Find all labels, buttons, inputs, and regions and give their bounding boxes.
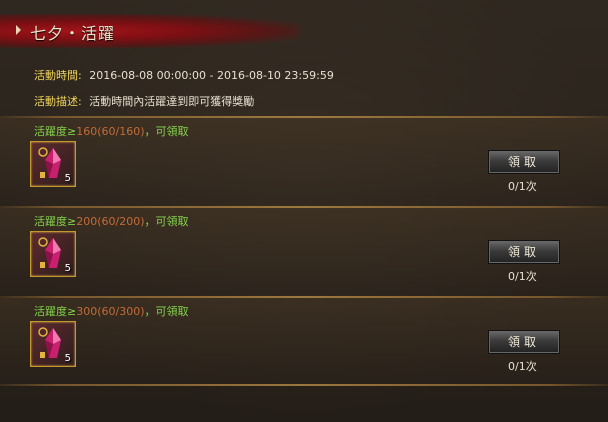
req-suffix: ，可領取 [144,305,189,318]
req-value: 300(60/300) [76,305,145,318]
reward-requirement: 活躍度≥300(60/300)，可領取 [34,303,189,319]
item-count: 5 [64,173,71,184]
req-value: 200(60/200) [76,215,145,228]
section-divider [0,206,608,208]
event-time-label: 活動時間: [34,69,82,82]
req-prefix: 活躍度≥ [34,125,77,138]
item-count: 5 [64,353,71,364]
event-desc-row: 活動描述: 活動時間內活躍達到即可獲得獎勵 [34,93,254,109]
event-desc-value: 活動時間內活躍達到即可獲得獎勵 [89,95,255,108]
event-time-row: 活動時間: 2016-08-08 00:00:00 - 2016-08-10 2… [34,67,334,83]
event-panel: 七夕・活躍 活動時間: 2016-08-08 00:00:00 - 2016-0… [0,0,608,422]
title-arrow-icon [16,25,21,35]
req-prefix: 活躍度≥ [34,305,77,318]
item-count: 5 [64,263,71,274]
reward-requirement: 活躍度≥200(60/200)，可領取 [34,213,189,229]
claim-button[interactable]: 領取 [488,330,560,354]
req-value: 160(60/160) [76,125,145,138]
req-suffix: ，可領取 [144,125,189,138]
event-desc-label: 活動描述: [34,95,82,108]
claim-times: 0/1次 [508,360,537,373]
event-time-value: 2016-08-08 00:00:00 - 2016-08-10 23:59:5… [89,69,334,82]
claim-times: 0/1次 [508,270,537,283]
reward-requirement: 活躍度≥160(60/160)，可領取 [34,123,189,139]
reward-item-slot[interactable]: 5 [30,231,76,277]
event-title: 七夕・活躍 [30,24,116,43]
section-divider [0,384,608,386]
claim-button[interactable]: 領取 [488,240,560,264]
claim-times: 0/1次 [508,180,537,193]
reward-item-slot[interactable]: 5 [30,321,76,367]
req-suffix: ，可領取 [144,215,189,228]
section-divider [0,296,608,298]
req-prefix: 活躍度≥ [34,215,77,228]
claim-button[interactable]: 領取 [488,150,560,174]
reward-item-slot[interactable]: 5 [30,141,76,187]
section-divider [0,116,608,118]
